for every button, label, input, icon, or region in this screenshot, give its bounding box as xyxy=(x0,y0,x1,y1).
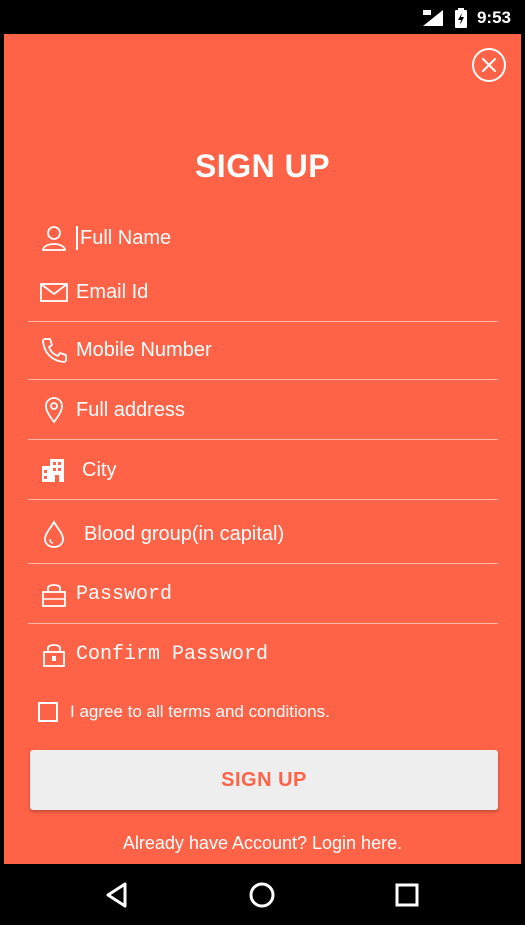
phone-screen: 9:53 SIGN UP Full Name Email Id Mobile N… xyxy=(0,0,525,925)
recents-button[interactable] xyxy=(390,878,424,912)
blood-group-label: Blood group(in capital) xyxy=(84,523,285,545)
mobile-label: Mobile Number xyxy=(76,339,212,361)
blood-group-field[interactable]: Blood group(in capital) xyxy=(28,506,498,564)
address-field[interactable]: Full address xyxy=(28,382,498,440)
status-right: 9:53 xyxy=(421,8,511,28)
terms-agreement: I agree to all terms and conditions. xyxy=(38,702,330,722)
close-button[interactable] xyxy=(471,47,507,83)
signup-button-label: SIGN UP xyxy=(221,768,307,791)
field-divider xyxy=(28,499,498,500)
field-divider xyxy=(28,439,498,440)
back-button[interactable] xyxy=(100,878,134,912)
status-bar: 9:53 xyxy=(0,0,525,34)
signal-icon xyxy=(421,9,445,27)
status-time: 9:53 xyxy=(476,8,511,27)
lock-icon xyxy=(40,640,68,668)
confirm-password-label: Confirm Password xyxy=(76,643,269,666)
text-cursor xyxy=(76,226,78,250)
mail-icon xyxy=(40,278,68,306)
location-pin-icon xyxy=(40,396,68,424)
building-icon xyxy=(40,456,68,484)
email-field[interactable]: Email Id xyxy=(28,264,498,322)
full-name-field[interactable]: Full Name xyxy=(28,210,498,268)
password-label: Password xyxy=(76,583,173,606)
full-name-label: Full Name xyxy=(80,227,172,249)
email-label: Email Id xyxy=(76,281,149,303)
signup-panel: SIGN UP Full Name Email Id Mobile Number… xyxy=(0,34,525,864)
recents-icon xyxy=(395,883,419,907)
home-button[interactable] xyxy=(245,878,279,912)
home-icon xyxy=(249,882,275,908)
lock-icon xyxy=(40,580,68,608)
close-circle-icon xyxy=(472,48,506,82)
city-label: City xyxy=(82,459,117,481)
terms-checkbox[interactable] xyxy=(38,702,58,722)
login-link[interactable]: Already have Account? Login here. xyxy=(4,833,521,854)
battery-icon xyxy=(454,8,467,28)
page-title: SIGN UP xyxy=(194,148,331,184)
signup-button[interactable]: SIGN UP xyxy=(30,750,498,810)
address-label: Full address xyxy=(76,399,185,421)
confirm-password-field[interactable]: Confirm Password xyxy=(28,626,498,684)
mobile-field[interactable]: Mobile Number xyxy=(28,322,498,380)
navigation-bar xyxy=(0,864,525,925)
field-divider xyxy=(28,623,498,624)
field-divider xyxy=(28,379,498,380)
field-divider xyxy=(28,563,498,564)
back-icon xyxy=(106,882,127,908)
terms-text: I agree to all terms and conditions. xyxy=(70,702,330,721)
person-icon xyxy=(40,224,68,252)
city-field[interactable]: City xyxy=(28,442,498,500)
password-field[interactable]: Password xyxy=(28,566,498,624)
drop-icon xyxy=(40,520,68,548)
phone-icon xyxy=(40,336,68,364)
